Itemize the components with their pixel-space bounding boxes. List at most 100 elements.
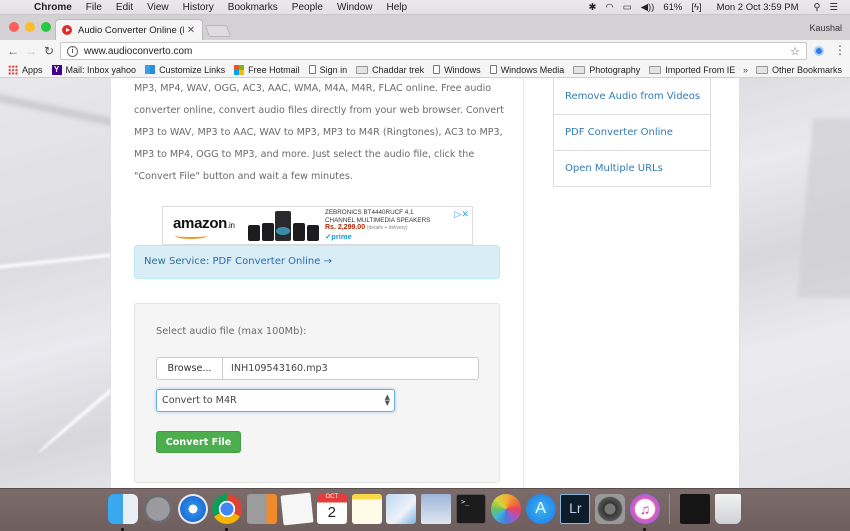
page-icon: [308, 65, 316, 74]
bookmark-yahoo-mail[interactable]: Y Mail: Inbox yahoo: [51, 64, 136, 75]
bookmark-chaddar-trek[interactable]: Chaddar trek: [356, 65, 424, 75]
ad-brand: amazon: [173, 215, 228, 232]
macos-menubar: Chrome File Edit View History Bookmarks …: [0, 0, 850, 15]
airplay-icon[interactable]: ▭: [623, 2, 632, 13]
bookmark-sign-in[interactable]: Sign in: [308, 64, 348, 75]
reload-icon[interactable]: ↻: [40, 44, 58, 58]
dock-lightroom-icon[interactable]: Lr: [560, 494, 591, 524]
bookmark-customize-links[interactable]: Customize Links: [145, 65, 225, 75]
amazon-smile-icon: [175, 233, 207, 239]
bookmark-photography[interactable]: Photography: [573, 65, 640, 75]
clock[interactable]: Mon 2 Oct 3:59 PM: [717, 2, 799, 13]
dock-separator: [668, 494, 670, 524]
minimize-window-button[interactable]: [25, 22, 35, 32]
selected-file-field[interactable]: INH109543160.mp3: [223, 357, 479, 380]
folder-icon: [573, 65, 586, 74]
close-window-button[interactable]: [9, 22, 19, 32]
menu-view[interactable]: View: [147, 2, 169, 13]
window-controls: [9, 22, 51, 32]
sidebar-link-pdf-converter[interactable]: PDF Converter Online: [554, 114, 710, 150]
zoom-window-button[interactable]: [41, 22, 51, 32]
menu-bookmarks[interactable]: Bookmarks: [228, 2, 278, 13]
dock-trash-icon[interactable]: [714, 494, 741, 524]
dock-app-store-icon[interactable]: A: [525, 494, 556, 524]
bookmark-free-hotmail[interactable]: Free Hotmail: [234, 64, 300, 75]
tab-strip: Audio Converter Online (MP3, ✕ Kaushal: [0, 15, 850, 40]
dock-safari-icon[interactable]: [177, 494, 208, 524]
notification-center-icon[interactable]: ☰: [829, 2, 838, 13]
battery-icon[interactable]: [ϟ]: [691, 2, 701, 13]
dock-textedit-icon[interactable]: [280, 492, 314, 526]
close-tab-icon[interactable]: ✕: [184, 25, 198, 36]
menu-edit[interactable]: Edit: [116, 2, 133, 13]
new-tab-button[interactable]: [204, 25, 232, 37]
bookmark-windows[interactable]: Windows: [433, 65, 481, 75]
menu-people[interactable]: People: [292, 2, 323, 13]
dock-calendar-icon[interactable]: OCT 2: [316, 494, 347, 524]
pdf-converter-link[interactable]: PDF Converter Online →: [213, 256, 332, 267]
bookmark-label: Imported From IE: [665, 64, 736, 75]
extension-icon[interactable]: [814, 46, 824, 56]
battery-percent: 61%: [663, 1, 683, 13]
format-select[interactable]: Convert to M4R ▲ ▼: [156, 389, 395, 412]
dock-finder-icon[interactable]: [108, 494, 138, 531]
amazon-ad-banner[interactable]: amazon.in ZEBRONICS BT4440RUCF 4.1 CHANN…: [162, 206, 473, 245]
background-decoration: [797, 118, 850, 298]
bookmark-star-icon[interactable]: ☆: [790, 45, 800, 58]
adchoices-close-icon[interactable]: ▷✕: [455, 209, 469, 220]
dock-calculator-icon[interactable]: [247, 494, 278, 524]
menu-help[interactable]: Help: [387, 2, 408, 13]
tab-audio-converter[interactable]: Audio Converter Online (MP3, ✕: [55, 19, 203, 40]
page-icon: [489, 65, 497, 74]
menu-file[interactable]: File: [86, 2, 102, 13]
sidebar-link-open-multiple-urls[interactable]: Open Multiple URLs: [554, 150, 710, 186]
browse-button[interactable]: Browse...: [156, 357, 223, 380]
bluetooth-icon[interactable]: ✱: [588, 2, 596, 13]
select-arrows-icon: ▲ ▼: [384, 393, 390, 407]
wifi-icon[interactable]: ◠: [605, 2, 613, 13]
dock-launchpad-icon[interactable]: [142, 494, 173, 524]
bookmarks-overflow-chevron-icon[interactable]: »: [743, 65, 748, 75]
bookmarks-bar: Apps Y Mail: Inbox yahoo Customize Links …: [0, 62, 850, 78]
ad-text: ZEBRONICS BT4440RUCF 4.1 CHANNEL MULTIME…: [325, 209, 437, 240]
bookmark-label: Photography: [589, 64, 641, 75]
url-text[interactable]: www.audioconverto.com: [84, 46, 790, 57]
bookmark-apps[interactable]: Apps: [8, 64, 43, 75]
menu-history[interactable]: History: [183, 2, 214, 13]
dock-itunes-icon[interactable]: ♫: [629, 494, 660, 531]
site-info-icon[interactable]: i: [67, 45, 78, 57]
ad-price: Rs. 2,299.00: [325, 224, 366, 231]
profile-name[interactable]: Kaushal: [809, 23, 842, 33]
bookmark-windows-media[interactable]: Windows Media: [489, 64, 565, 75]
bookmark-label: Free Hotmail: [248, 64, 300, 75]
convert-file-button[interactable]: Convert File: [156, 431, 241, 453]
main-column: MP3, MP4, WAV, OGG, AC3, AAC, WMA, M4A, …: [111, 78, 524, 488]
dock-system-preferences-icon[interactable]: [595, 494, 626, 524]
sidebar-link-remove-audio[interactable]: Remove Audio from Videos: [554, 78, 710, 114]
folder-icon: [755, 65, 768, 74]
dock-downloads-folder-icon[interactable]: [679, 494, 710, 524]
address-bar[interactable]: i www.audioconverto.com ☆: [60, 42, 807, 60]
bookmark-label: Windows Media: [500, 64, 565, 75]
folder-icon: [356, 65, 369, 74]
dock-chrome-icon[interactable]: [212, 494, 243, 531]
ad-product-name: ZEBRONICS BT4440RUCF 4.1 CHANNEL MULTIME…: [325, 209, 431, 224]
menu-window[interactable]: Window: [337, 2, 373, 13]
ad-prime-label: prime: [331, 231, 352, 241]
dock-image-capture-icon[interactable]: [421, 494, 452, 524]
ad-price-note: (details + delivery): [366, 225, 408, 231]
dock-terminal-icon[interactable]: >_: [455, 494, 486, 524]
forward-arrow-icon[interactable]: →: [22, 44, 40, 58]
menu-app-name[interactable]: Chrome: [34, 2, 72, 13]
bookmark-label: Sign in: [319, 64, 348, 75]
chrome-menu-icon[interactable]: ⋮: [834, 43, 846, 57]
dock-notes-icon[interactable]: [351, 494, 382, 524]
dock-photos-icon[interactable]: [490, 494, 521, 524]
volume-icon[interactable]: ◀)): [641, 2, 655, 13]
page-icon: [433, 65, 441, 74]
spotlight-search-icon[interactable]: ⚲: [814, 2, 821, 13]
bookmark-imported-from-ie[interactable]: Imported From IE: [649, 65, 735, 75]
dock-preview-icon[interactable]: [386, 494, 417, 524]
back-arrow-icon[interactable]: ←: [4, 44, 22, 58]
bookmark-other-bookmarks[interactable]: Other Bookmarks: [755, 65, 842, 75]
